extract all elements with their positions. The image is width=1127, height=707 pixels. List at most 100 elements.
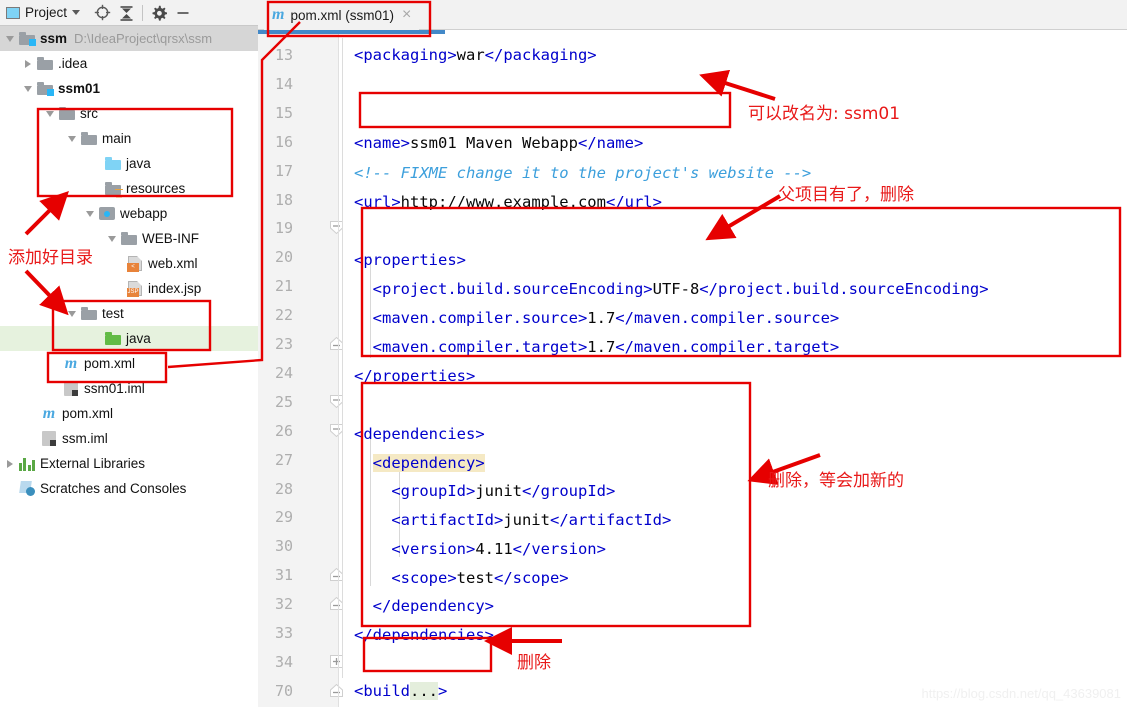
code-line-28: <artifactId>junit</artifactId> [354, 511, 672, 529]
twisty-down-icon[interactable] [82, 210, 98, 217]
folder-sources-icon [104, 157, 122, 170]
tree-row-ssm[interactable]: ssm D:\IdeaProject\qrsx\ssm [0, 26, 258, 51]
tree-row-ssm-iml[interactable]: ssm.iml [0, 426, 258, 451]
twisty-down-icon[interactable] [64, 310, 80, 317]
watermark: https://blog.csdn.net/qq_43639081 [921, 686, 1122, 701]
project-toolbar: Project [0, 0, 258, 26]
tree-item-label: src [80, 106, 98, 121]
maven-file-icon: m [64, 354, 78, 372]
locate-target-icon[interactable] [90, 1, 114, 25]
jsp-file-icon: JSP [126, 281, 144, 297]
code-line-22: <maven.compiler.target>1.7</maven.compil… [354, 338, 840, 356]
minimize-icon[interactable] [171, 1, 195, 25]
project-panel: Project ssm D:\IdeaProject\qrsx\ssm .ide… [0, 0, 258, 707]
code-content[interactable]: <packaging>war</packaging> <name>ssm01 M… [258, 34, 1127, 707]
editor-area: m pom.xml (ssm01) × 13 14 15 16 17 18 19 20 21 22… [258, 0, 1127, 707]
tree-item-label: .idea [58, 56, 88, 71]
tree-item-label: ssm.iml [62, 431, 108, 446]
code-line-25: <dependencies> [354, 425, 485, 443]
twisty-right-icon[interactable] [2, 459, 18, 468]
tree-item-label: java [126, 156, 151, 171]
tree-item-label: pom.xml [62, 406, 114, 421]
folder-resources-icon [104, 182, 123, 196]
code-line-31: </dependency> [354, 597, 494, 615]
project-window-icon [6, 6, 20, 19]
project-tree[interactable]: ssm D:\IdeaProject\qrsx\ssm .idea ssm01 … [0, 26, 258, 707]
code-line-20: <project.build.sourceEncoding>UTF-8</pro… [354, 280, 989, 298]
gear-icon[interactable] [147, 1, 171, 25]
tree-item-label: pom.xml [84, 356, 136, 371]
tree-row-external-libraries[interactable]: External Libraries [0, 451, 258, 476]
twisty-down-icon[interactable] [42, 110, 58, 117]
tree-item-label: Scratches and Consoles [40, 481, 187, 496]
note-parent-has: 父项目有了，删除 [778, 185, 914, 205]
maven-file-icon: m [272, 6, 285, 23]
project-toolbar-icons [90, 1, 195, 25]
folder-module-icon [18, 32, 36, 46]
twisty-down-icon[interactable] [104, 235, 120, 242]
chevron-down-icon[interactable] [72, 10, 81, 15]
tree-item-path: D:\IdeaProject\qrsx\ssm [74, 31, 213, 46]
twisty-down-icon[interactable] [20, 85, 36, 92]
tab-pom-xml[interactable]: m pom.xml (ssm01) × [264, 0, 420, 30]
tree-item-label: test [102, 306, 124, 321]
tree-item-label: web.xml [148, 256, 198, 271]
note-rename: 可以改名为: ssm01 [748, 104, 901, 124]
tree-row-pomxml-ssm01[interactable]: m pom.xml [0, 351, 258, 376]
iml-file-icon [62, 381, 80, 396]
tree-row-scratches-consoles[interactable]: Scratches and Consoles [0, 476, 258, 501]
tree-item-label: External Libraries [40, 456, 146, 471]
project-panel-label: Project [25, 5, 68, 20]
code-line-26: <dependency> [372, 454, 485, 472]
note-add-dirs: 添加好目录 [8, 248, 93, 268]
tree-row-idea[interactable]: .idea [0, 51, 258, 76]
folder-icon [80, 132, 98, 145]
tree-row-indexjsp[interactable]: JSP index.jsp [0, 276, 258, 301]
code-line-15: <name>ssm01 Maven Webapp</name> [354, 134, 644, 152]
folder-icon [58, 107, 76, 120]
code-line-16: <!-- FIXME change it to the project's we… [354, 164, 812, 182]
tree-item-label: index.jsp [148, 281, 202, 296]
tree-row-ssm01-iml[interactable]: ssm01.iml [0, 376, 258, 401]
twisty-down-icon[interactable] [64, 135, 80, 142]
twisty-right-icon[interactable] [20, 59, 36, 68]
folder-icon [120, 232, 138, 245]
tree-item-label: webapp [120, 206, 168, 221]
code-line-13: <packaging>war</packaging> [354, 46, 597, 64]
tree-row-test[interactable]: test [0, 301, 258, 326]
close-icon[interactable]: × [402, 7, 411, 23]
collapse-all-icon[interactable] [114, 1, 138, 25]
code-line-23: </properties> [354, 367, 476, 385]
tree-row-pomxml-ssm[interactable]: m pom.xml [0, 401, 258, 426]
indent-guide [342, 38, 343, 678]
maven-file-icon: m [42, 404, 56, 422]
iml-file-icon [40, 431, 58, 446]
folder-icon [36, 57, 54, 70]
tree-item-label: resources [126, 181, 186, 196]
toolbar-divider [142, 4, 144, 21]
code-line-30: <scope>test</scope> [354, 569, 569, 587]
folder-module-icon [36, 82, 54, 96]
project-panel-title[interactable]: Project [0, 5, 81, 20]
tree-row-webapp[interactable]: webapp [0, 201, 258, 226]
tree-item-label: WEB-INF [142, 231, 199, 246]
tab-label: pom.xml (ssm01) [290, 7, 394, 23]
folder-test-sources-icon [104, 332, 122, 345]
scratches-icon [18, 481, 36, 496]
code-line-21: <maven.compiler.source>1.7</maven.compil… [354, 309, 840, 327]
tree-row-main-java[interactable]: java [0, 151, 258, 176]
tree-row-test-java[interactable]: java [0, 326, 258, 351]
tree-item-label: ssm01.iml [84, 381, 145, 396]
note-delete: 删除 [517, 653, 551, 673]
tree-row-ssm01[interactable]: ssm01 [0, 76, 258, 101]
twisty-down-icon[interactable] [2, 35, 18, 42]
tree-row-resources[interactable]: resources [0, 176, 258, 201]
tree-row-src[interactable]: src [0, 101, 258, 126]
code-line-32: </dependencies> [354, 626, 494, 644]
indent-guide [370, 428, 371, 586]
tree-item-label: ssm01 [58, 81, 101, 96]
xml-file-icon: < [126, 256, 144, 272]
tree-row-main[interactable]: main [0, 126, 258, 151]
note-delete-later: 删除，等会加新的 [768, 471, 904, 491]
editor-tabbar: m pom.xml (ssm01) × [258, 0, 1127, 34]
